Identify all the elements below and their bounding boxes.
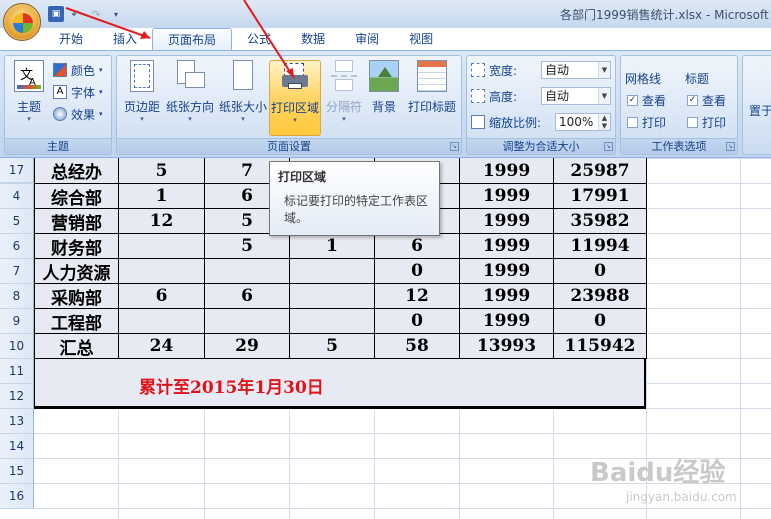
table-cell[interactable]: 6 xyxy=(119,284,205,309)
tooltip-body: 标记要打印的特定工作表区域。 xyxy=(284,194,429,225)
table-cell[interactable]: 综合部 xyxy=(35,184,119,209)
table-cell[interactable]: 0 xyxy=(375,259,460,284)
table-cell[interactable]: 采购部 xyxy=(35,284,119,309)
row-header[interactable]: 15 xyxy=(0,459,34,484)
table-cell[interactable]: 0 xyxy=(554,259,647,284)
gridline xyxy=(34,508,771,509)
table-cell[interactable]: 6 xyxy=(375,234,460,259)
row-header[interactable]: 8 xyxy=(0,284,34,309)
table-cell[interactable]: 5 xyxy=(119,158,205,184)
cumulative-note: 累计至2015年1月30日 xyxy=(139,378,324,398)
table-cell[interactable]: 58 xyxy=(375,334,460,359)
table-cell[interactable] xyxy=(290,259,375,284)
row-header[interactable]: 11 xyxy=(0,359,34,384)
table-cell[interactable]: 1999 xyxy=(460,259,554,284)
gridline xyxy=(740,158,741,519)
table-cell[interactable]: 1 xyxy=(290,234,375,259)
table-cell[interactable]: 1 xyxy=(119,184,205,209)
table-cell[interactable] xyxy=(205,259,290,284)
table-cell[interactable]: 11994 xyxy=(554,234,647,259)
table-cell[interactable]: 0 xyxy=(554,309,647,334)
table-cell[interactable] xyxy=(119,259,205,284)
table-cell[interactable]: 13993 xyxy=(460,334,554,359)
table-cell[interactable]: 1999 xyxy=(460,158,554,184)
row-header[interactable]: 4 xyxy=(0,184,34,209)
table-cell[interactable]: 1999 xyxy=(460,209,554,234)
table-cell[interactable]: 总经办 xyxy=(35,158,119,184)
row-header[interactable]: 10 xyxy=(0,334,34,359)
row-header[interactable]: 16 xyxy=(0,484,34,509)
arrow-to-print-area xyxy=(243,0,295,79)
table-cell[interactable]: 5 xyxy=(290,334,375,359)
table-cell[interactable]: 0 xyxy=(375,309,460,334)
row-header[interactable]: 14 xyxy=(0,434,34,459)
table-cell[interactable]: 115942 xyxy=(554,334,647,359)
row-header[interactable]: 13 xyxy=(0,409,34,434)
row-header[interactable]: 6 xyxy=(0,234,34,259)
row-header[interactable]: 7 xyxy=(0,259,34,284)
table-cell[interactable]: 人力资源 xyxy=(35,259,119,284)
arrowhead-icon xyxy=(286,68,294,78)
table-cell[interactable] xyxy=(205,309,290,334)
arrow-to-tab xyxy=(65,7,151,39)
table-cell[interactable] xyxy=(119,309,205,334)
table-cell[interactable]: 营销部 xyxy=(35,209,119,234)
table-cell[interactable]: 12 xyxy=(375,284,460,309)
table-cell[interactable]: 5 xyxy=(205,234,290,259)
table-cell[interactable]: 1999 xyxy=(460,234,554,259)
row-header[interactable]: 17 xyxy=(0,158,34,183)
row-header[interactable]: 5 xyxy=(0,209,34,234)
tooltip-title: 打印区域 xyxy=(278,170,327,184)
watermark-url: jingyan.baidu.com xyxy=(626,490,737,504)
table-cell[interactable]: 29 xyxy=(205,334,290,359)
table-cell[interactable]: 1999 xyxy=(460,284,554,309)
table-cell[interactable]: 汇总 xyxy=(35,334,119,359)
table-cell[interactable]: 17991 xyxy=(554,184,647,209)
table-cell[interactable]: 24 xyxy=(119,334,205,359)
table-cell[interactable] xyxy=(290,284,375,309)
table-cell[interactable]: 财务部 xyxy=(35,234,119,259)
table-cell[interactable]: 1999 xyxy=(460,309,554,334)
table-cell[interactable]: 12 xyxy=(119,209,205,234)
table-cell[interactable]: 23988 xyxy=(554,284,647,309)
print-area-tooltip: 打印区域 标记要打印的特定工作表区域。 xyxy=(269,161,440,236)
merged-note-cell[interactable]: 累计至2015年1月30日 xyxy=(34,359,646,409)
annotation-arrows xyxy=(65,0,295,79)
watermark-logo: Baidu经验 xyxy=(590,458,726,488)
table-cell[interactable] xyxy=(119,234,205,259)
table-cell[interactable] xyxy=(290,309,375,334)
row-header[interactable]: 12 xyxy=(0,384,34,409)
table-cell[interactable]: 35982 xyxy=(554,209,647,234)
table-cell[interactable]: 1999 xyxy=(460,184,554,209)
row-header[interactable]: 9 xyxy=(0,309,34,334)
gridline xyxy=(34,433,771,434)
table-cell[interactable]: 工程部 xyxy=(35,309,119,334)
table-cell[interactable]: 25987 xyxy=(554,158,647,184)
table-cell[interactable]: 6 xyxy=(205,284,290,309)
